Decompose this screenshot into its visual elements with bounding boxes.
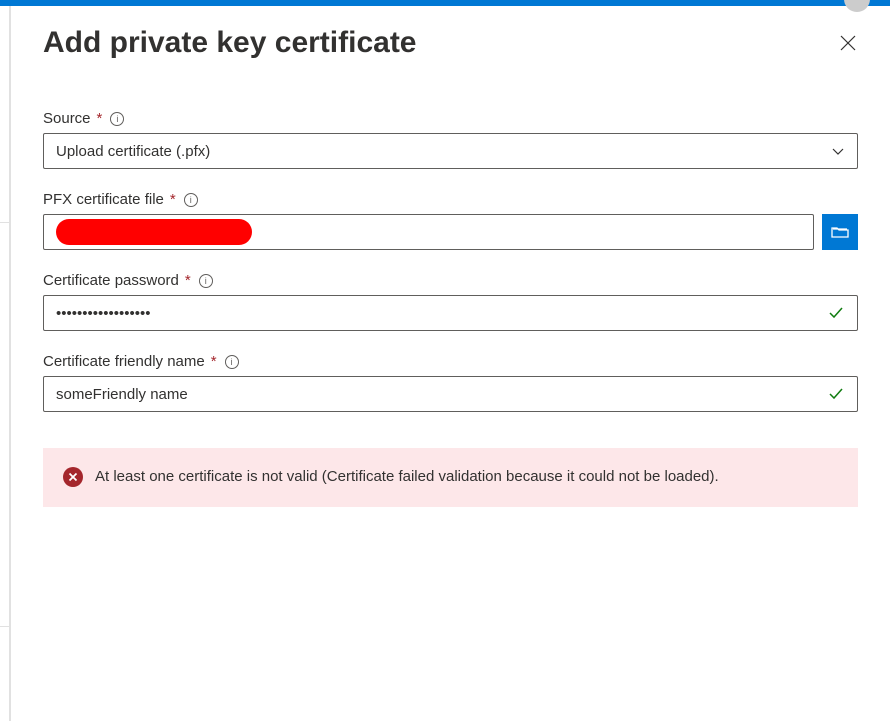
chevron-down-icon (831, 144, 845, 158)
redacted-filename (56, 219, 252, 245)
error-message-box: At least one certificate is not valid (C… (43, 448, 858, 507)
top-bar: DEFAULT DIRECTORY (KEELINGW... (0, 0, 890, 6)
left-rail (0, 6, 10, 721)
info-icon[interactable]: i (110, 112, 124, 126)
required-asterisk: * (185, 272, 191, 289)
info-icon[interactable]: i (184, 193, 198, 207)
close-icon (840, 35, 856, 51)
error-text: At least one certificate is not valid (C… (95, 466, 719, 489)
password-field-group: Certificate password * i (43, 272, 858, 331)
required-asterisk: * (211, 353, 217, 370)
page-title: Add private key certificate (43, 26, 417, 60)
info-icon[interactable]: i (225, 355, 239, 369)
friendly-name-input[interactable] (56, 386, 827, 403)
password-input[interactable] (56, 305, 827, 322)
browse-button[interactable] (822, 214, 858, 250)
error-icon (63, 467, 83, 487)
check-icon (827, 385, 845, 403)
add-certificate-panel: Add private key certificate Source * i U… (10, 6, 890, 721)
pfx-file-field-group: PFX certificate file * i (43, 191, 858, 250)
source-field-group: Source * i Upload certificate (.pfx) (43, 110, 858, 169)
required-asterisk: * (97, 110, 103, 127)
required-asterisk: * (170, 191, 176, 208)
password-input-wrapper (43, 295, 858, 331)
pfx-file-label: PFX certificate file * i (43, 191, 858, 208)
friendly-name-label: Certificate friendly name * i (43, 353, 858, 370)
panel-header: Add private key certificate (43, 26, 858, 60)
folder-icon (831, 225, 849, 239)
pfx-file-input[interactable] (43, 214, 814, 250)
friendly-name-input-wrapper (43, 376, 858, 412)
password-label: Certificate password * i (43, 272, 858, 289)
close-button[interactable] (838, 33, 858, 53)
file-input-row (43, 214, 858, 250)
source-label: Source * i (43, 110, 858, 127)
source-select[interactable]: Upload certificate (.pfx) (43, 133, 858, 169)
check-icon (827, 304, 845, 322)
info-icon[interactable]: i (199, 274, 213, 288)
source-value: Upload certificate (.pfx) (56, 143, 831, 160)
friendly-name-field-group: Certificate friendly name * i (43, 353, 858, 412)
